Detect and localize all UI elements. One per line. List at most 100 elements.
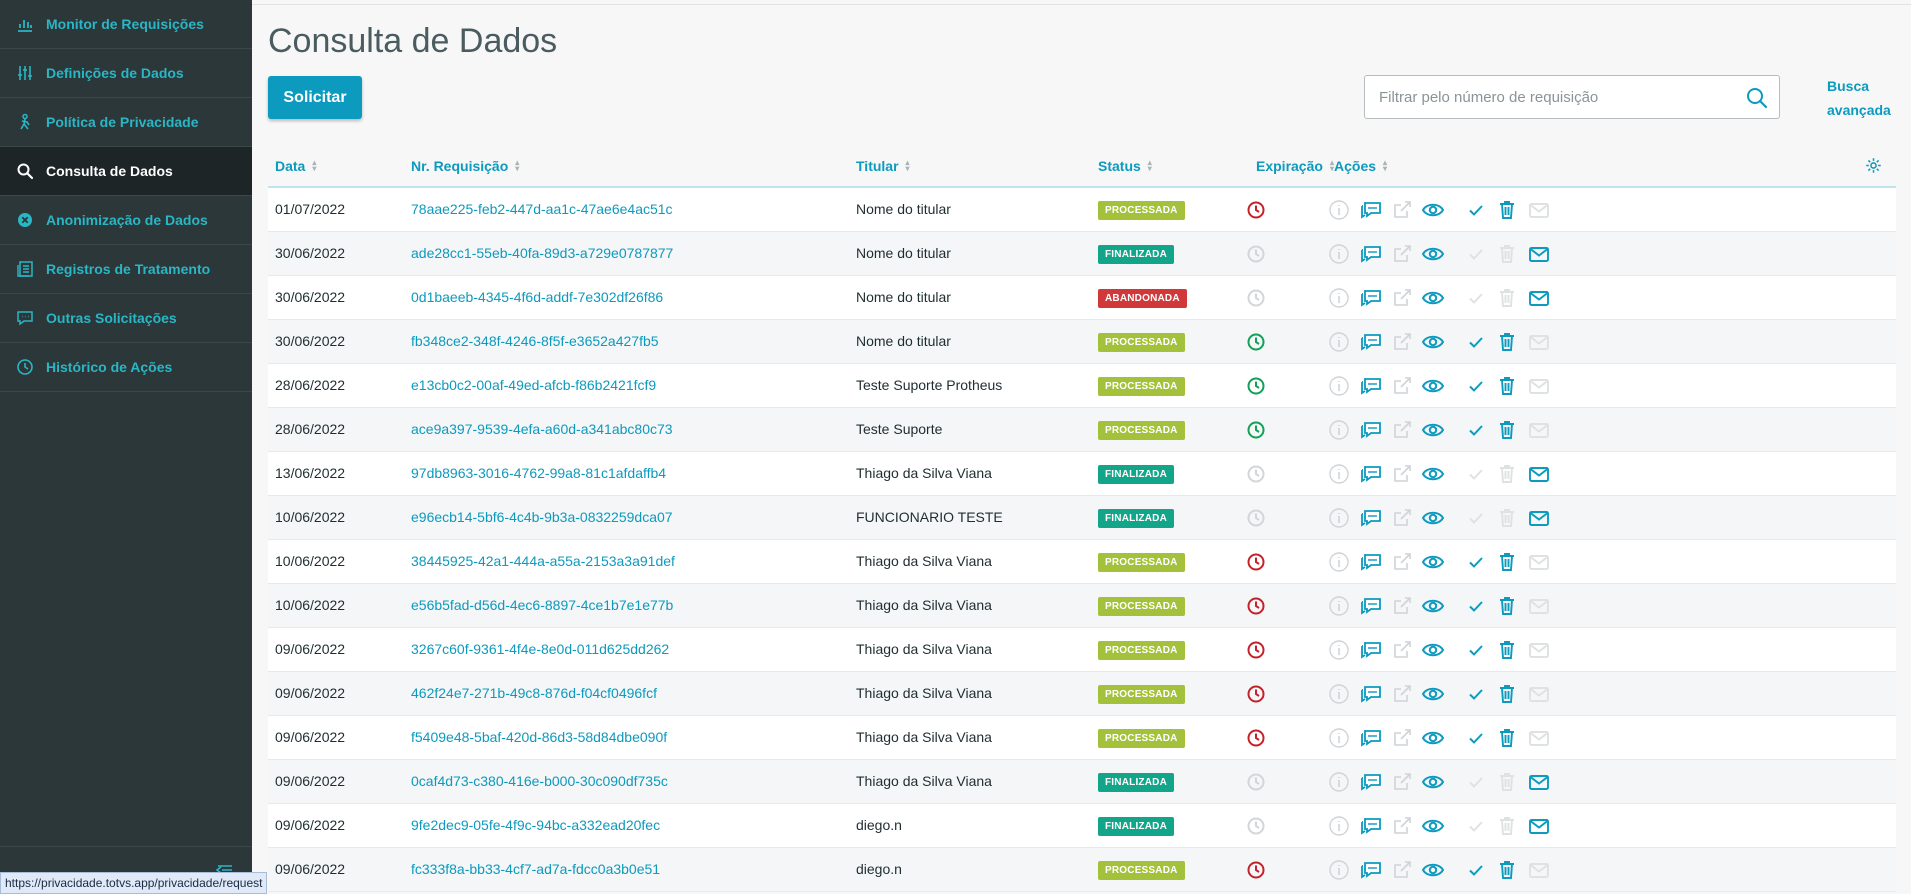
info-icon[interactable] <box>1327 462 1351 486</box>
check-icon[interactable] <box>1464 198 1488 222</box>
column-header[interactable]: Data ▴ ▾ <box>275 158 316 174</box>
sidebar-item-anonimizacao-de-dados[interactable]: Anonimização de Dados <box>0 196 252 245</box>
comments-icon[interactable] <box>1359 726 1383 750</box>
external-link-icon[interactable] <box>1390 506 1414 530</box>
check-icon[interactable] <box>1464 770 1488 794</box>
check-icon[interactable] <box>1464 462 1488 486</box>
comments-icon[interactable] <box>1359 242 1383 266</box>
trash-icon[interactable] <box>1495 726 1519 750</box>
eye-icon[interactable] <box>1421 242 1445 266</box>
info-icon[interactable] <box>1327 594 1351 618</box>
trash-icon[interactable] <box>1495 506 1519 530</box>
request-id-link[interactable]: e96ecb14-5bf6-4c4b-9b3a-0832259dca07 <box>411 509 673 525</box>
sidebar-item-registros-de-tratamento[interactable]: Registros de Tratamento <box>0 245 252 294</box>
external-link-icon[interactable] <box>1390 462 1414 486</box>
mail-icon[interactable] <box>1527 594 1551 618</box>
mail-icon[interactable] <box>1527 550 1551 574</box>
sort-icon[interactable]: ▴ ▾ <box>312 159 316 173</box>
request-id-link[interactable]: ade28cc1-55eb-40fa-89d3-a729e0787877 <box>411 245 673 261</box>
check-icon[interactable] <box>1464 418 1488 442</box>
external-link-icon[interactable] <box>1390 330 1414 354</box>
eye-icon[interactable] <box>1421 330 1445 354</box>
sidebar-item-consulta-de-dados[interactable]: Consulta de Dados <box>0 147 252 196</box>
request-id-link[interactable]: 0d1baeeb-4345-4f6d-addf-7e302df26f86 <box>411 289 663 305</box>
comments-icon[interactable] <box>1359 550 1383 574</box>
eye-icon[interactable] <box>1421 770 1445 794</box>
check-icon[interactable] <box>1464 374 1488 398</box>
comments-icon[interactable] <box>1359 770 1383 794</box>
external-link-icon[interactable] <box>1390 858 1414 882</box>
request-id-link[interactable]: 97db8963-3016-4762-99a8-81c1afdaffb4 <box>411 465 666 481</box>
trash-icon[interactable] <box>1495 242 1519 266</box>
eye-icon[interactable] <box>1421 418 1445 442</box>
check-icon[interactable] <box>1464 594 1488 618</box>
check-icon[interactable] <box>1464 286 1488 310</box>
sidebar-item-politica-de-privacidade[interactable]: Política de Privacidade <box>0 98 252 147</box>
info-icon[interactable] <box>1327 814 1351 838</box>
eye-icon[interactable] <box>1421 726 1445 750</box>
comments-icon[interactable] <box>1359 374 1383 398</box>
column-header[interactable]: Expiração ▴ ▾ <box>1256 158 1334 174</box>
trash-icon[interactable] <box>1495 814 1519 838</box>
eye-icon[interactable] <box>1421 550 1445 574</box>
column-header[interactable]: Titular ▴ ▾ <box>856 158 910 174</box>
request-id-link[interactable]: f5409e48-5baf-420d-86d3-58d84dbe090f <box>411 729 667 745</box>
mail-icon[interactable] <box>1527 726 1551 750</box>
info-icon[interactable] <box>1327 550 1351 574</box>
external-link-icon[interactable] <box>1390 550 1414 574</box>
check-icon[interactable] <box>1464 858 1488 882</box>
column-header[interactable]: Status ▴ ▾ <box>1098 158 1152 174</box>
info-icon[interactable] <box>1327 286 1351 310</box>
sidebar-item-definicoes-de-dados[interactable]: Definições de Dados <box>0 49 252 98</box>
eye-icon[interactable] <box>1421 286 1445 310</box>
mail-icon[interactable] <box>1527 858 1551 882</box>
eye-icon[interactable] <box>1421 814 1445 838</box>
comments-icon[interactable] <box>1359 286 1383 310</box>
info-icon[interactable] <box>1327 374 1351 398</box>
check-icon[interactable] <box>1464 682 1488 706</box>
request-button[interactable]: Solicitar <box>268 76 362 119</box>
trash-icon[interactable] <box>1495 286 1519 310</box>
eye-icon[interactable] <box>1421 374 1445 398</box>
info-icon[interactable] <box>1327 198 1351 222</box>
check-icon[interactable] <box>1464 330 1488 354</box>
trash-icon[interactable] <box>1495 462 1519 486</box>
mail-icon[interactable] <box>1527 506 1551 530</box>
sort-icon[interactable]: ▴ ▾ <box>906 159 910 173</box>
request-id-link[interactable]: 78aae225-feb2-447d-aa1c-47ae6e4ac51c <box>411 201 673 217</box>
mail-icon[interactable] <box>1527 374 1551 398</box>
mail-icon[interactable] <box>1527 330 1551 354</box>
check-icon[interactable] <box>1464 726 1488 750</box>
info-icon[interactable] <box>1327 770 1351 794</box>
external-link-icon[interactable] <box>1390 418 1414 442</box>
trash-icon[interactable] <box>1495 594 1519 618</box>
request-id-link[interactable]: 9fe2dec9-05fe-4f9c-94bc-a332ead20fec <box>411 817 660 833</box>
column-header[interactable]: Ações ▴ ▾ <box>1334 158 1387 174</box>
external-link-icon[interactable] <box>1390 374 1414 398</box>
search-icon[interactable] <box>1745 86 1769 110</box>
comments-icon[interactable] <box>1359 814 1383 838</box>
check-icon[interactable] <box>1464 242 1488 266</box>
eye-icon[interactable] <box>1421 506 1445 530</box>
request-id-link[interactable]: 38445925-42a1-444a-a55a-2153a3a91def <box>411 553 675 569</box>
mail-icon[interactable] <box>1527 286 1551 310</box>
mail-icon[interactable] <box>1527 198 1551 222</box>
sort-icon[interactable]: ▴ ▾ <box>1383 159 1387 173</box>
external-link-icon[interactable] <box>1390 594 1414 618</box>
info-icon[interactable] <box>1327 506 1351 530</box>
trash-icon[interactable] <box>1495 770 1519 794</box>
request-id-link[interactable]: e56b5fad-d56d-4ec6-8897-4ce1b7e1e77b <box>411 597 673 613</box>
check-icon[interactable] <box>1464 550 1488 574</box>
eye-icon[interactable] <box>1421 594 1445 618</box>
mail-icon[interactable] <box>1527 682 1551 706</box>
external-link-icon[interactable] <box>1390 286 1414 310</box>
sort-icon[interactable]: ▴ ▾ <box>515 159 519 173</box>
mail-icon[interactable] <box>1527 242 1551 266</box>
mail-icon[interactable] <box>1527 418 1551 442</box>
sidebar-item-historico-de-acoes[interactable]: Histórico de Ações <box>0 343 252 392</box>
request-id-link[interactable]: fb348ce2-348f-4246-8f5f-e3652a427fb5 <box>411 333 659 349</box>
request-id-link[interactable]: 0caf4d73-c380-416e-b000-30c090df735c <box>411 773 668 789</box>
external-link-icon[interactable] <box>1390 726 1414 750</box>
request-id-link[interactable]: 3267c60f-9361-4f4e-8e0d-011d625dd262 <box>411 641 669 657</box>
external-link-icon[interactable] <box>1390 198 1414 222</box>
